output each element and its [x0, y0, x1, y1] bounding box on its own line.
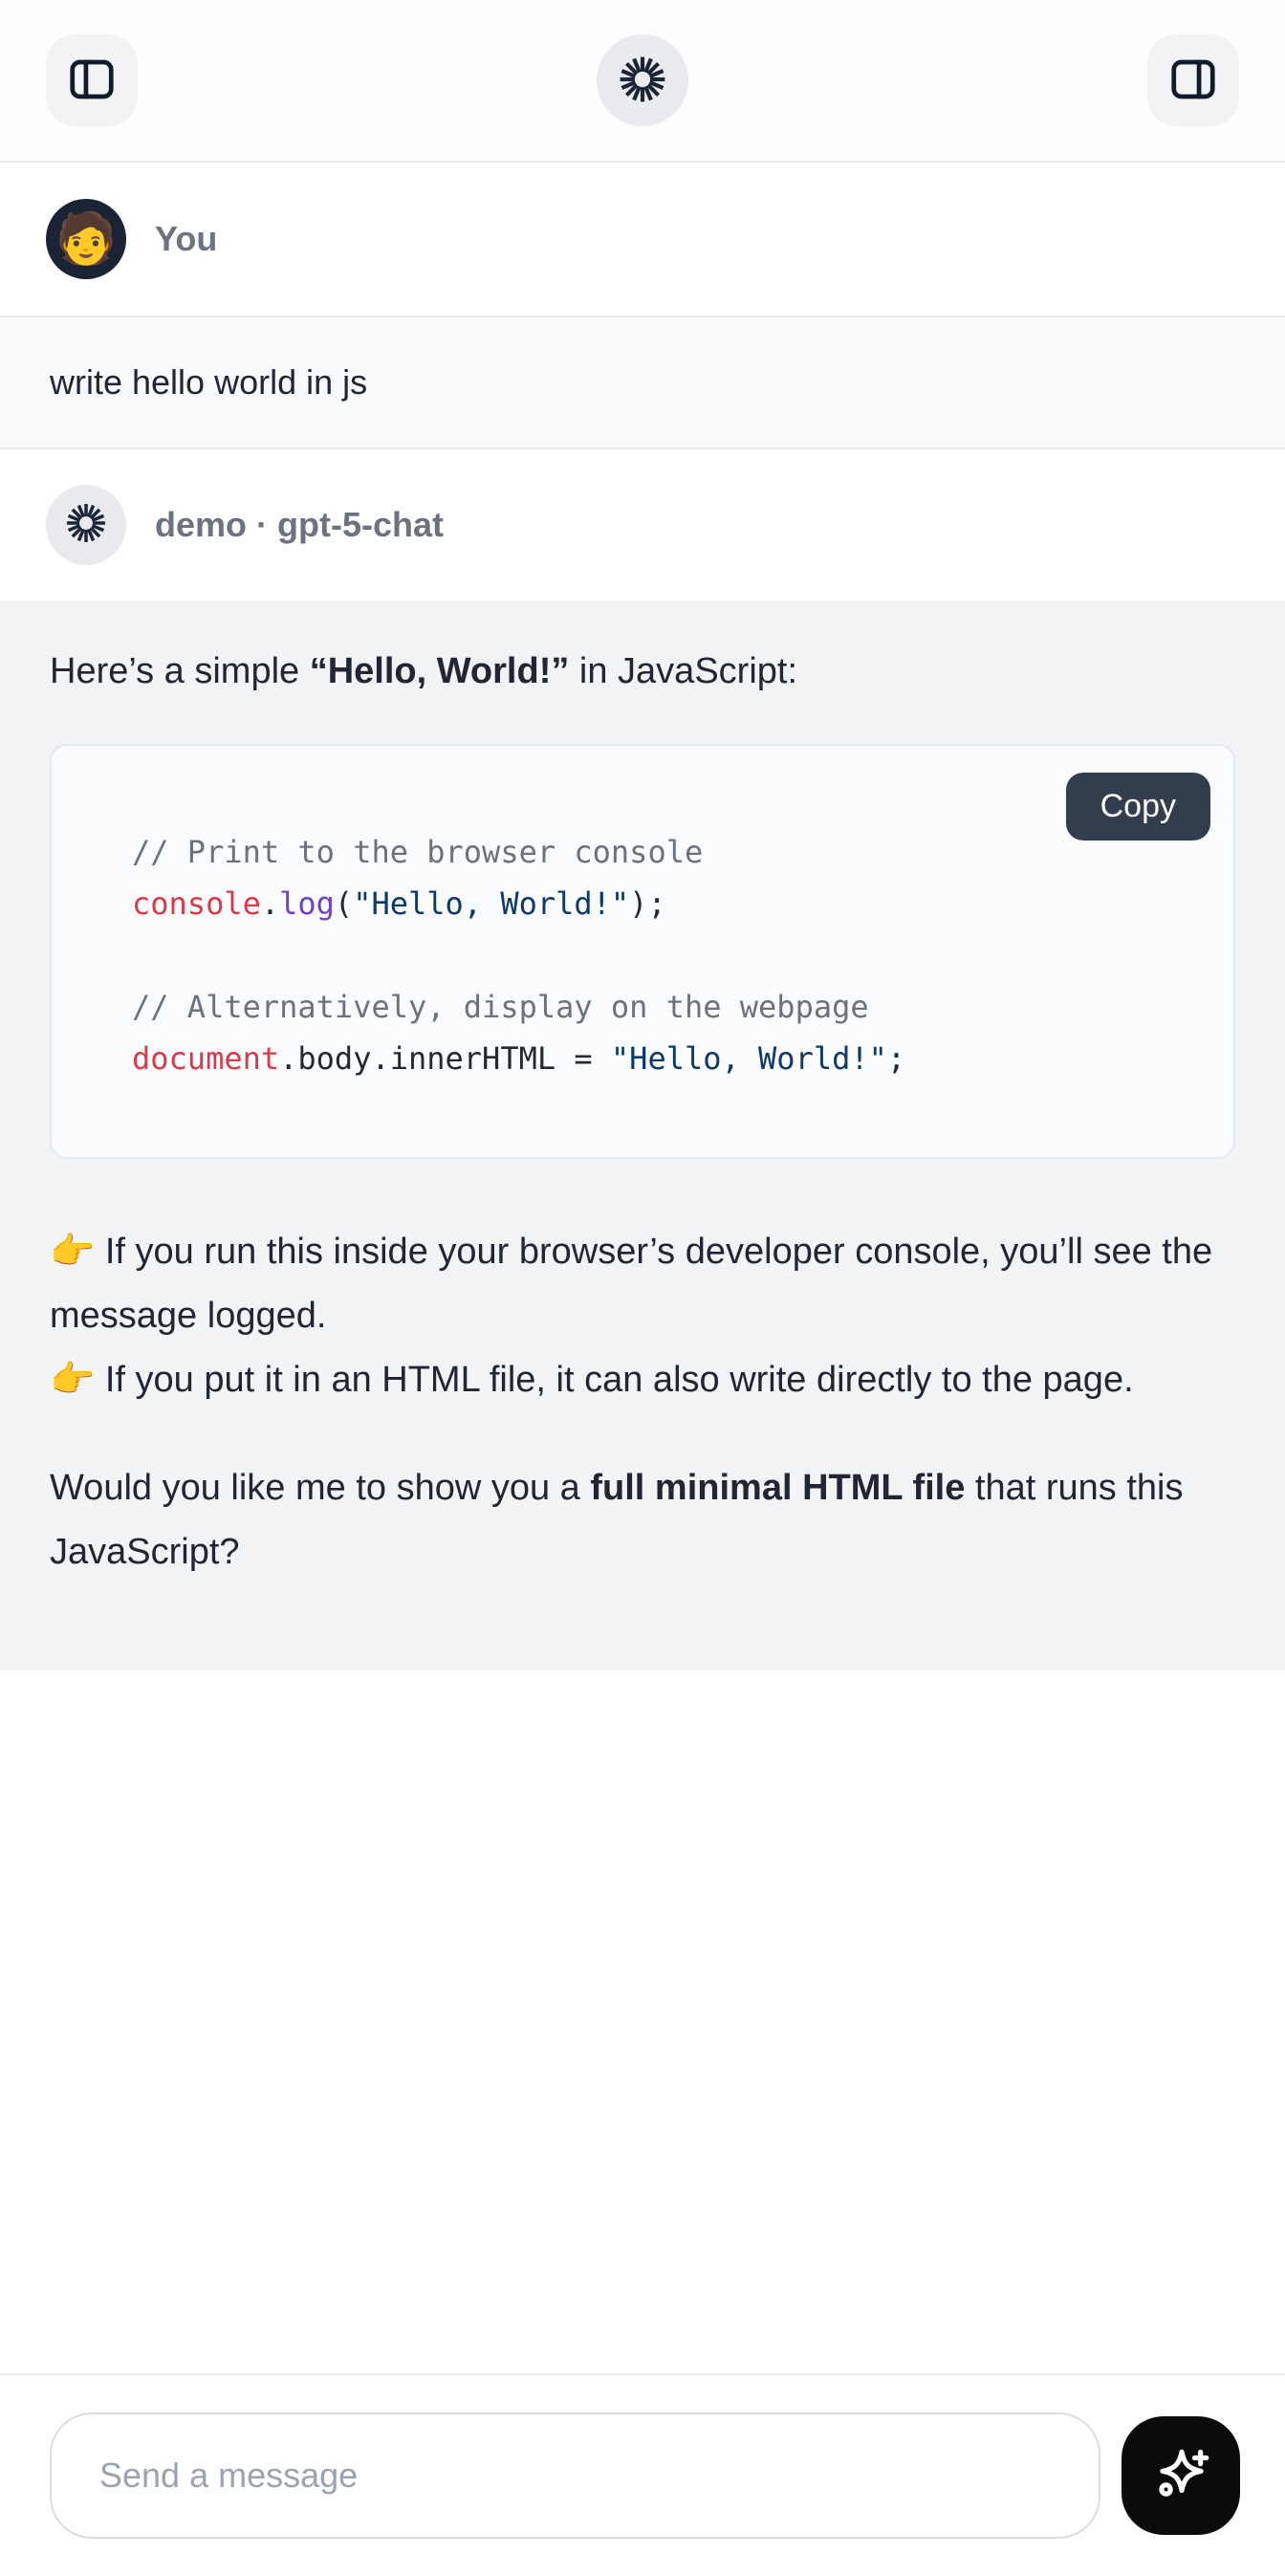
intro-bold-text: “Hello, World!”: [310, 651, 570, 691]
user-avatar: 🧑: [46, 199, 126, 279]
code-line: // Print to the browser console: [132, 826, 1195, 878]
code-token: (: [335, 885, 353, 922]
panel-left-icon: [66, 54, 118, 108]
user-message-text: write hello world in js: [50, 362, 367, 403]
user-sender-row: 🧑 You: [0, 163, 1285, 316]
code-token: );: [629, 885, 666, 922]
panel-right-icon: [1167, 54, 1219, 108]
intro-text-after: in JavaScript:: [569, 651, 797, 691]
person-emoji: 🧑: [55, 214, 118, 264]
code-token: document: [132, 1040, 279, 1077]
sparkle-icon: [1149, 2443, 1212, 2509]
code-token: // Print to the browser console: [132, 834, 703, 870]
tip-line: 👉 If you put it in an HTML file, it can …: [50, 1348, 1235, 1412]
intro-text: Here’s a simple: [50, 651, 310, 691]
tip-line: 👉 If you run this inside your browser’s …: [50, 1220, 1235, 1348]
code-token: ;: [887, 1040, 905, 1077]
code-line: document.body.innerHTML = "Hello, World!…: [132, 1033, 1195, 1084]
code-token: "Hello, World!": [611, 1040, 887, 1077]
assistant-sender-row: demo · gpt-5-chat: [0, 449, 1285, 600]
user-message: write hello world in js: [0, 316, 1285, 449]
assistant-tips: 👉 If you run this inside your browser’s …: [50, 1220, 1235, 1412]
code-token: log: [279, 885, 335, 922]
code-line: // Alternatively, display on the webpage: [132, 981, 1195, 1033]
model-logo-button[interactable]: [597, 34, 688, 126]
sidebar-left-toggle-button[interactable]: [46, 34, 138, 126]
sidebar-right-toggle-button[interactable]: [1147, 34, 1239, 126]
code-line: console.log("Hello, World!");: [132, 878, 1195, 929]
user-sender-name: You: [155, 219, 217, 259]
assistant-sender-name: demo · gpt-5-chat: [155, 505, 444, 545]
starburst-icon: [617, 54, 668, 108]
code-token: .: [261, 885, 279, 922]
code-token: .body.innerHTML =: [279, 1040, 611, 1077]
closing-text: Would you like me to show you a: [50, 1468, 590, 1508]
assistant-avatar: [46, 485, 126, 565]
composer-bar: [0, 2373, 1285, 2576]
chat-app: 🧑 You write hello world in js: [0, 0, 1285, 2576]
closing-bold-text: full minimal HTML file: [590, 1468, 965, 1508]
assistant-intro: Here’s a simple “Hello, World!” in JavaS…: [50, 644, 1235, 698]
code-block: Copy // Print to the browser console con…: [50, 744, 1235, 1159]
code-token: // Alternatively, display on the webpage: [132, 989, 869, 1025]
assistant-message: Here’s a simple “Hello, World!” in JavaS…: [0, 600, 1285, 1670]
send-button[interactable]: [1122, 2416, 1240, 2535]
copy-code-button[interactable]: Copy: [1066, 773, 1210, 840]
assistant-closing: Would you like me to show you a full min…: [50, 1456, 1235, 1584]
code-token: "Hello, World!": [353, 885, 629, 922]
code-token: console: [132, 885, 261, 922]
message-input[interactable]: [50, 2412, 1100, 2539]
code-line-empty: [132, 929, 1195, 981]
starburst-icon: [64, 501, 108, 550]
empty-scroll-area: [0, 1670, 1285, 2373]
top-bar: [0, 0, 1285, 163]
